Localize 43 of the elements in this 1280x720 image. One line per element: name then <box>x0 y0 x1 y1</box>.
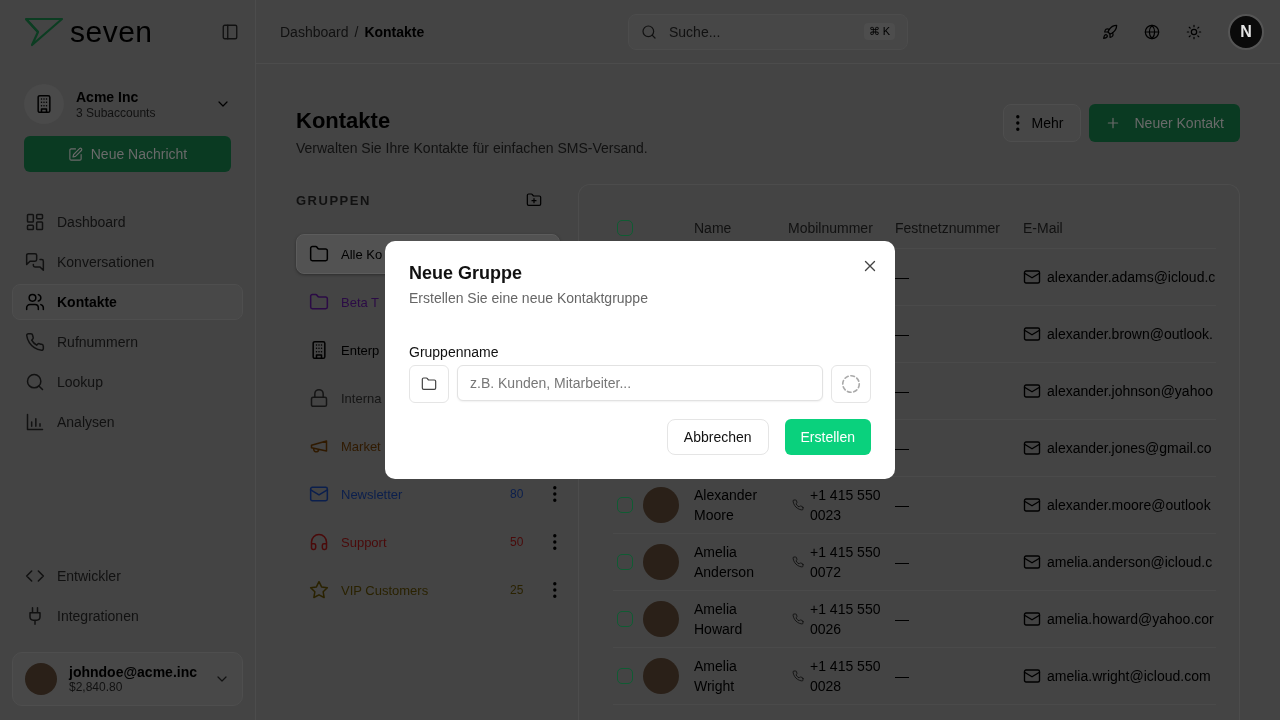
keyboard-shortcut: ⌘ K <box>863 23 895 40</box>
breadcrumb-separator: / <box>354 23 359 40</box>
group-name: Market <box>341 438 381 454</box>
account-name: Acme Inc <box>76 88 140 105</box>
phone-number: +1 415 550 0072 <box>810 543 882 582</box>
group-name: VIP Customers <box>341 582 429 598</box>
contact-name: Amelia Anderson <box>694 543 755 582</box>
group-name: Support <box>341 534 387 550</box>
email-address: amelia.wright@icloud.com <box>1047 667 1211 686</box>
landline-number: — <box>895 496 909 515</box>
landline-number: — <box>895 268 909 287</box>
contact-name: Amelia Wright <box>694 657 738 696</box>
landline-number: — <box>895 667 909 686</box>
account-balance: $2,840.80 <box>69 680 124 694</box>
landline-number: — <box>895 610 909 629</box>
contact-name: Amelia Howard <box>694 600 744 639</box>
contact-name: Alexander Moore <box>694 486 759 525</box>
landline-number: — <box>895 439 909 458</box>
phone-number: +1 415 550 0026 <box>810 600 882 639</box>
group-count: 25 <box>509 583 524 597</box>
dialog-title: Neue Gruppe <box>409 263 524 284</box>
landline-number: — <box>895 553 909 572</box>
phone-number: +1 415 550 0028 <box>810 657 882 696</box>
page-title: Kontakte <box>296 108 392 134</box>
email-address: alexander.moore@outlook <box>1047 496 1211 515</box>
group-name: Beta T <box>341 294 380 310</box>
user-email: johndoe@acme.inc <box>69 664 198 680</box>
group-count: 80 <box>509 487 524 501</box>
dialog-subtitle: Erstellen Sie eine neue Kontaktgruppe <box>409 290 649 306</box>
email-address: alexander.adams@icloud.c <box>1047 268 1216 287</box>
group-name: Newsletter <box>341 486 403 502</box>
landline-number: — <box>895 325 909 344</box>
email-address: amelia.anderson@icloud.c <box>1047 553 1213 572</box>
field-label: Gruppenname <box>409 344 500 360</box>
group-name: Alle Ko <box>341 246 383 262</box>
group-name: Enterp <box>341 342 380 358</box>
email-address: alexander.brown@outlook. <box>1047 325 1213 344</box>
email-address: amelia.howard@yahoo.cor <box>1047 610 1214 629</box>
landline-number: — <box>895 382 909 401</box>
phone-number: +1 415 550 0023 <box>810 486 882 525</box>
email-address: alexander.jones@gmail.co <box>1047 439 1212 458</box>
group-count: 50 <box>509 535 524 549</box>
email-address: alexander.johnson@yahoo <box>1047 382 1213 401</box>
